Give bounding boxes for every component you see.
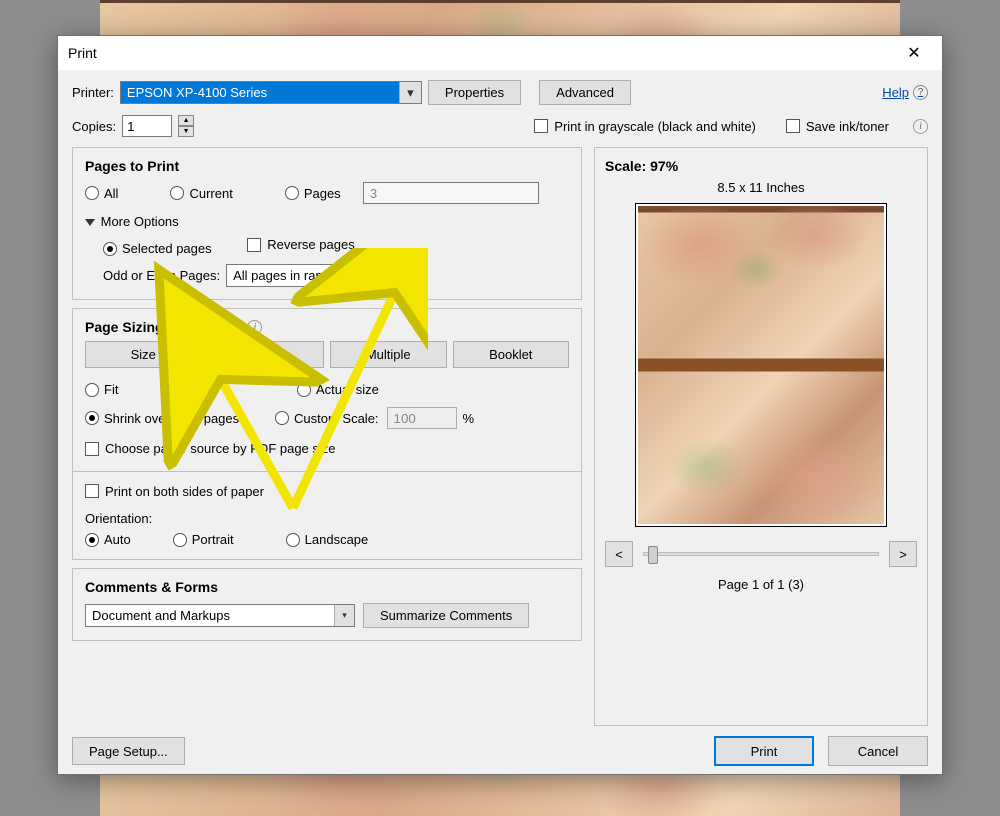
radio-landscape[interactable]: Landscape (286, 532, 369, 547)
custom-scale-input[interactable] (387, 407, 457, 429)
page-slider[interactable] (643, 552, 879, 556)
help-link[interactable]: Help ? (882, 85, 928, 100)
preview-page (635, 203, 887, 527)
comments-select[interactable]: Document and Markups ▾ (85, 604, 355, 627)
preview-panel: Scale: 97% 8.5 x 11 Inches < > Page 1 of… (594, 147, 928, 726)
orientation-label: Orientation: (85, 511, 569, 526)
odd-even-label: Odd or Even Pages: (103, 268, 220, 283)
info-icon[interactable]: i (913, 119, 928, 134)
radio-fit[interactable]: Fit (85, 382, 275, 397)
dialog-title: Print (68, 45, 896, 61)
info-icon[interactable]: i (247, 320, 262, 335)
page-sizing-panel: Page Sizing & Handling i Size Poster Mul… (72, 308, 582, 560)
pages-input[interactable] (363, 182, 539, 204)
page-setup-button[interactable]: Page Setup... (72, 737, 185, 765)
radio-custom-scale[interactable]: Custom Scale: (275, 411, 379, 426)
page-dimensions: 8.5 x 11 Inches (717, 180, 804, 195)
radio-current[interactable]: Current (170, 186, 232, 201)
copies-down-button[interactable]: ▼ (178, 126, 194, 137)
print-dialog: Print ✕ Printer: EPSON XP-4100 Series ▾ … (57, 35, 943, 775)
copies-label: Copies: (72, 119, 116, 134)
prev-page-button[interactable]: < (605, 541, 633, 567)
save-ink-checkbox[interactable]: Save ink/toner (786, 119, 889, 134)
printer-label: Printer: (72, 85, 114, 100)
tab-poster[interactable]: Poster (208, 341, 325, 368)
panel-title: Comments & Forms (85, 579, 569, 595)
both-sides-checkbox[interactable]: Print on both sides of paper (85, 484, 264, 499)
radio-portrait[interactable]: Portrait (173, 532, 234, 547)
odd-even-select[interactable]: All pages in range ▾ (226, 264, 416, 287)
page-counter: Page 1 of 1 (3) (718, 577, 804, 592)
summarize-comments-button[interactable]: Summarize Comments (363, 603, 529, 628)
printer-value: EPSON XP-4100 Series (127, 85, 267, 100)
reverse-pages-checkbox[interactable]: Reverse pages (247, 237, 354, 252)
radio-selected-pages[interactable]: Selected pages (103, 241, 212, 256)
chevron-down-icon: ▾ (395, 265, 415, 286)
print-button[interactable]: Print (714, 736, 814, 766)
radio-shrink[interactable]: Shrink oversized pages (85, 411, 275, 426)
advanced-button[interactable]: Advanced (539, 80, 631, 105)
copies-input[interactable] (122, 115, 172, 137)
radio-actual-size[interactable]: Actual size (297, 382, 379, 397)
checkbox-icon (534, 119, 548, 133)
choose-paper-source-checkbox[interactable]: Choose paper source by PDF page size (85, 441, 336, 456)
radio-auto[interactable]: Auto (85, 532, 131, 547)
comments-forms-panel: Comments & Forms Document and Markups ▾ … (72, 568, 582, 641)
radio-pages[interactable]: Pages (285, 186, 341, 201)
printer-select[interactable]: EPSON XP-4100 Series ▾ (120, 81, 422, 104)
chevron-down-icon: ▾ (334, 605, 354, 626)
chevron-down-icon: ▾ (399, 82, 421, 103)
tab-booklet[interactable]: Booklet (453, 341, 570, 368)
pages-to-print-panel: Pages to Print All Current Pages More Op… (72, 147, 582, 300)
scale-label: Scale: 97% (605, 158, 678, 174)
cancel-button[interactable]: Cancel (828, 736, 928, 766)
more-options-toggle[interactable]: More Options (101, 214, 179, 229)
checkbox-icon (786, 119, 800, 133)
panel-title: Pages to Print (85, 158, 569, 174)
help-icon: ? (913, 85, 928, 100)
tab-size[interactable]: Size (85, 341, 202, 368)
copies-up-button[interactable]: ▲ (178, 115, 194, 126)
next-page-button[interactable]: > (889, 541, 917, 567)
grayscale-checkbox[interactable]: Print in grayscale (black and white) (534, 119, 756, 134)
radio-all[interactable]: All (85, 186, 118, 201)
panel-title: Page Sizing & Handling (85, 319, 241, 335)
triangle-down-icon[interactable] (85, 219, 95, 226)
properties-button[interactable]: Properties (428, 80, 521, 105)
close-button[interactable]: ✕ (896, 42, 932, 64)
tab-multiple[interactable]: Multiple (330, 341, 447, 368)
